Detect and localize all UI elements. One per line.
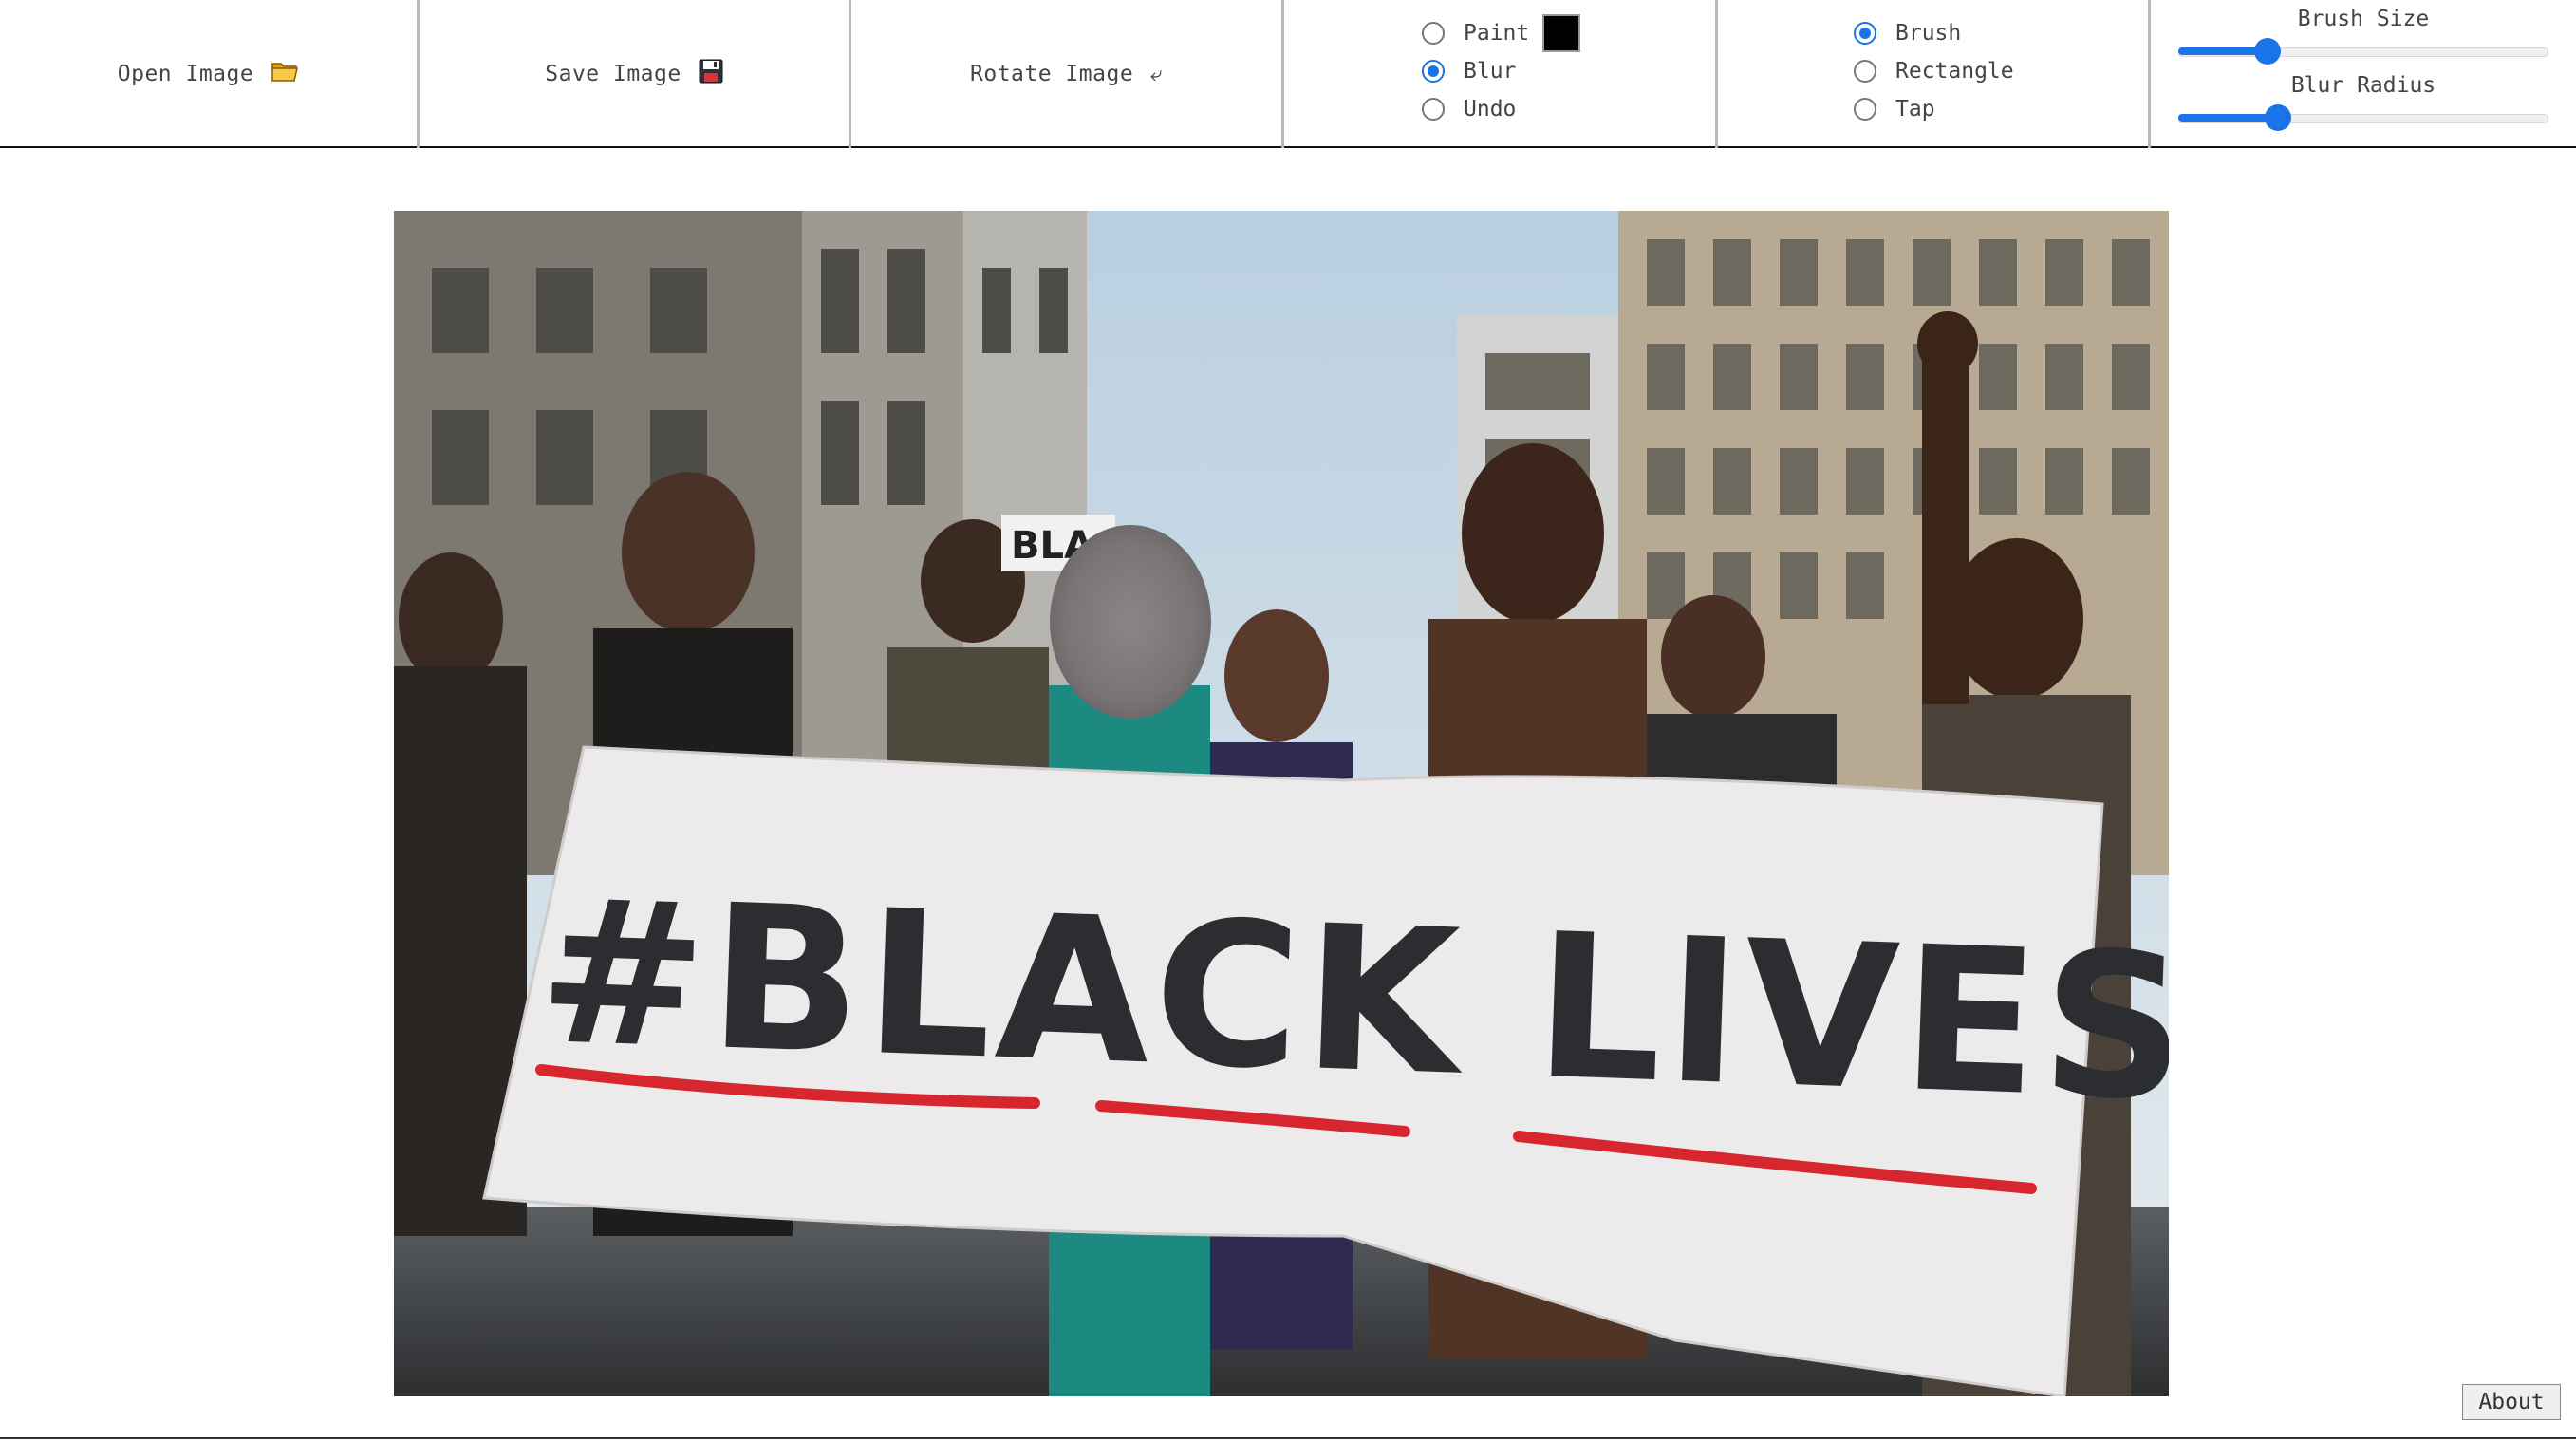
tool-option-rectangle[interactable]: Rectangle — [1854, 57, 2014, 85]
blur-radius-slider[interactable] — [2178, 103, 2548, 131]
mode-option-blur[interactable]: Blur — [1422, 57, 1580, 85]
sliders-cell: Brush Size Blur Radius — [2151, 0, 2576, 148]
image-canvas[interactable]: BLACK #BLACK LIVES MATTER — [394, 211, 2169, 1396]
blur-radius-label: Blur Radius — [2290, 73, 2436, 98]
blur-radius-thumb[interactable] — [2265, 104, 2292, 131]
blur-radio[interactable] — [1422, 60, 1445, 83]
tool-option-tap[interactable]: Tap — [1854, 95, 2014, 123]
rectangle-radio[interactable] — [1854, 60, 1876, 83]
save-image-button[interactable]: Save Image — [420, 0, 849, 148]
brush-size-slider[interactable] — [2178, 37, 2548, 65]
tap-radio[interactable] — [1854, 98, 1876, 121]
open-image-cell: Open Image — [0, 0, 420, 148]
brush-size-label: Brush Size — [2297, 7, 2430, 31]
brush-radio[interactable] — [1854, 22, 1876, 45]
floppy-disk-icon — [699, 59, 723, 89]
bottom-divider — [0, 1437, 2576, 1439]
open-image-label: Open Image — [117, 62, 254, 86]
rotate-image-label: Rotate Image — [970, 62, 1134, 86]
blur-label: Blur — [1464, 59, 1517, 84]
open-image-button[interactable]: Open Image — [0, 0, 417, 148]
blur-radius-control: Blur Radius — [2151, 71, 2576, 131]
rectangle-label: Rectangle — [1895, 59, 2014, 84]
rotate-image-cell: Rotate Image ⤶ — [851, 0, 1284, 148]
about-button[interactable]: About — [2462, 1384, 2561, 1420]
mode-option-paint[interactable]: Paint — [1422, 14, 1581, 52]
mode-cell: Paint Blur Undo — [1284, 0, 1718, 148]
undo-radio[interactable] — [1422, 98, 1445, 121]
photo-illustration: BLACK #BLACK LIVES MATTER — [394, 211, 2169, 1396]
brush-size-control: Brush Size — [2151, 5, 2576, 65]
paint-color-swatch[interactable] — [1542, 14, 1581, 52]
rotate-image-button[interactable]: Rotate Image ⤶ — [851, 0, 1281, 148]
tap-label: Tap — [1895, 97, 1935, 122]
mode-option-undo[interactable]: Undo — [1422, 95, 1580, 123]
blurred-face — [1050, 525, 1211, 719]
rotate-arrow-icon: ⤶ — [1150, 62, 1163, 86]
folder-icon — [271, 60, 299, 88]
tool-cell: Brush Rectangle Tap — [1718, 0, 2151, 148]
toolbar: Open Image Save Image Rotate Image ⤶ Pai… — [0, 0, 2576, 148]
brush-label: Brush — [1895, 21, 1962, 46]
paint-label: Paint — [1464, 21, 1530, 46]
brush-size-thumb[interactable] — [2253, 38, 2281, 65]
paint-radio[interactable] — [1422, 22, 1445, 45]
save-image-label: Save Image — [545, 62, 681, 86]
blur-radius-fill — [2178, 114, 2279, 122]
tool-radio-group: Brush Rectangle Tap — [1854, 19, 2014, 123]
undo-label: Undo — [1464, 97, 1517, 122]
save-image-cell: Save Image — [420, 0, 851, 148]
mode-radio-group: Paint Blur Undo — [1422, 14, 1581, 123]
tool-option-brush[interactable]: Brush — [1854, 19, 2014, 47]
